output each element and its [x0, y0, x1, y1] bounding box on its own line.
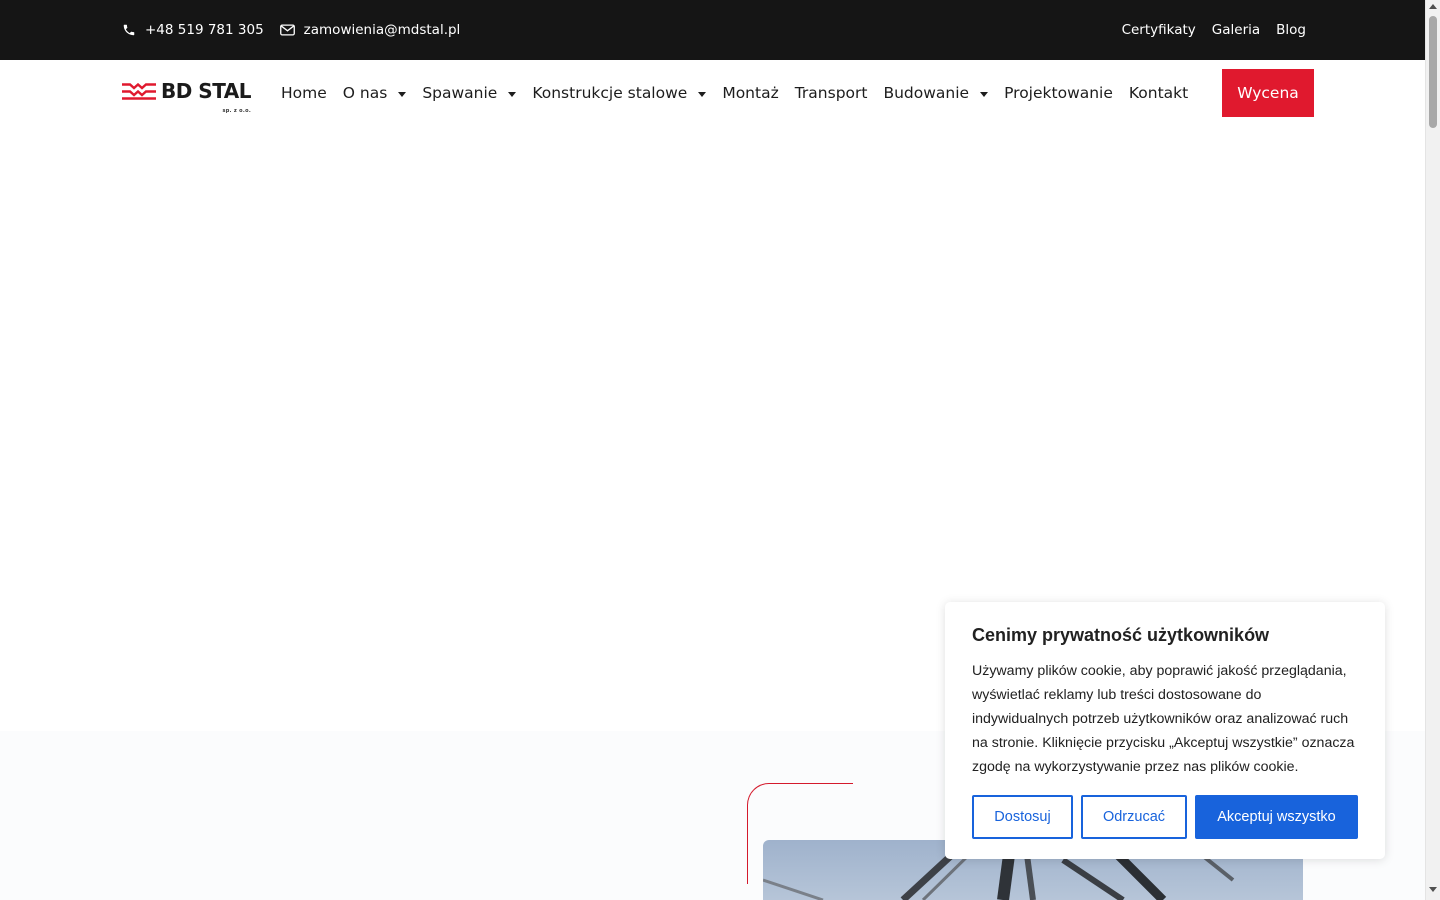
nav-item-home[interactable]: Home	[273, 84, 335, 102]
phone-link[interactable]: +48 519 781 305	[122, 22, 264, 38]
scrollbar-thumb[interactable]	[1429, 16, 1437, 128]
nav-item-projektowanie[interactable]: Projektowanie	[996, 84, 1121, 102]
nav-item-budowanie[interactable]: Budowanie	[875, 84, 996, 102]
accept-all-button[interactable]: Akceptuj wszystko	[1195, 795, 1358, 839]
topbar-contact: +48 519 781 305 zamowienia@mdstal.pl	[122, 0, 460, 60]
cookie-consent-dialog: Cenimy prywatność użytkowników Używamy p…	[945, 602, 1385, 859]
nav-item-montaz[interactable]: Montaż	[714, 84, 786, 102]
reject-button[interactable]: Odrzucać	[1081, 795, 1187, 839]
nav-item-spawanie[interactable]: Spawanie	[414, 84, 524, 102]
page-scrollbar[interactable]	[1425, 0, 1440, 900]
scroll-down-arrow-icon[interactable]	[1429, 887, 1437, 892]
cookie-buttons: Dostosuj Odrzucać Akceptuj wszystko	[972, 795, 1358, 839]
nav-item-label: Spawanie	[422, 84, 498, 102]
scroll-up-arrow-icon[interactable]	[1429, 4, 1437, 9]
logo-subtext: sp. z o.o.	[222, 108, 252, 114]
logo-wordmark: BD STAL sp. z o.o.	[161, 79, 252, 114]
nav-item-label: Budowanie	[883, 84, 970, 102]
nav-item-transport[interactable]: Transport	[787, 84, 876, 102]
caret-down-icon	[980, 91, 989, 97]
topbar-links: Certyfikaty Galeria Blog	[1122, 0, 1306, 60]
nav-item-konstrukcje-stalowe[interactable]: Konstrukcje stalowe	[524, 84, 714, 102]
cookie-text: Używamy plików cookie, aby poprawić jako…	[972, 663, 1355, 775]
main-nav: Home O nas Spawanie Konstrukcje stalowe …	[273, 60, 1196, 126]
nav-item-kontakt[interactable]: Kontakt	[1121, 84, 1196, 102]
site-logo[interactable]: BD STAL sp. z o.o.	[122, 79, 252, 114]
quote-button[interactable]: Wycena	[1222, 69, 1314, 117]
nav-item-label: Transport	[794, 84, 868, 102]
email-address: zamowienia@mdstal.pl	[303, 22, 461, 38]
phone-number: +48 519 781 305	[145, 22, 264, 38]
customize-button[interactable]: Dostosuj	[972, 795, 1073, 839]
caret-down-icon	[508, 91, 517, 97]
email-link[interactable]: zamowienia@mdstal.pl	[279, 22, 461, 38]
caret-down-icon	[698, 91, 707, 97]
nav-item-label: Kontakt	[1128, 84, 1189, 102]
nav-item-label: O nas	[342, 84, 388, 102]
topbar-link-blog[interactable]: Blog	[1276, 22, 1306, 38]
nav-item-label: Montaż	[722, 84, 779, 102]
topbar-link-galeria[interactable]: Galeria	[1212, 22, 1260, 38]
phone-icon	[123, 24, 135, 36]
caret-down-icon	[398, 91, 407, 97]
nav-item-label: Home	[281, 84, 327, 102]
envelope-icon	[279, 24, 295, 36]
cookie-title: Cenimy prywatność użytkowników	[972, 625, 1270, 645]
logo-mark-icon	[122, 82, 156, 100]
nav-item-label: Projektowanie	[1004, 84, 1113, 102]
logo-text: BD STAL	[161, 79, 252, 103]
top-bar: +48 519 781 305 zamowienia@mdstal.pl Cer…	[0, 0, 1425, 60]
main-header: BD STAL sp. z o.o. Home O nas Spawanie K…	[0, 60, 1425, 126]
nav-item-label: Konstrukcje stalowe	[532, 84, 688, 102]
nav-item-o-nas[interactable]: O nas	[335, 84, 415, 102]
topbar-link-certyfikaty[interactable]: Certyfikaty	[1122, 22, 1196, 38]
